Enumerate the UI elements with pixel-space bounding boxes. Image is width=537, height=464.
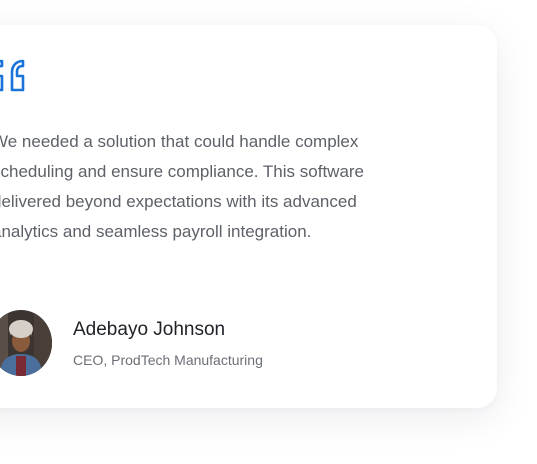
testimonial-card: We needed a solution that could handle c…: [0, 25, 497, 408]
author-name: Adebayo Johnson: [73, 318, 226, 340]
author-info: Adebayo Johnson CEO, ProdTech Manufactur…: [73, 318, 263, 369]
testimonial-author: Adebayo Johnson CEO, ProdTech Manufactur…: [0, 310, 263, 376]
quote-open-icon: [0, 59, 25, 92]
author-role: CEO, ProdTech Manufacturing: [73, 351, 263, 368]
page: We needed a solution that could handle c…: [0, 0, 537, 464]
testimonial-quote: We needed a solution that could handle c…: [0, 132, 365, 241]
avatar: [0, 310, 52, 376]
